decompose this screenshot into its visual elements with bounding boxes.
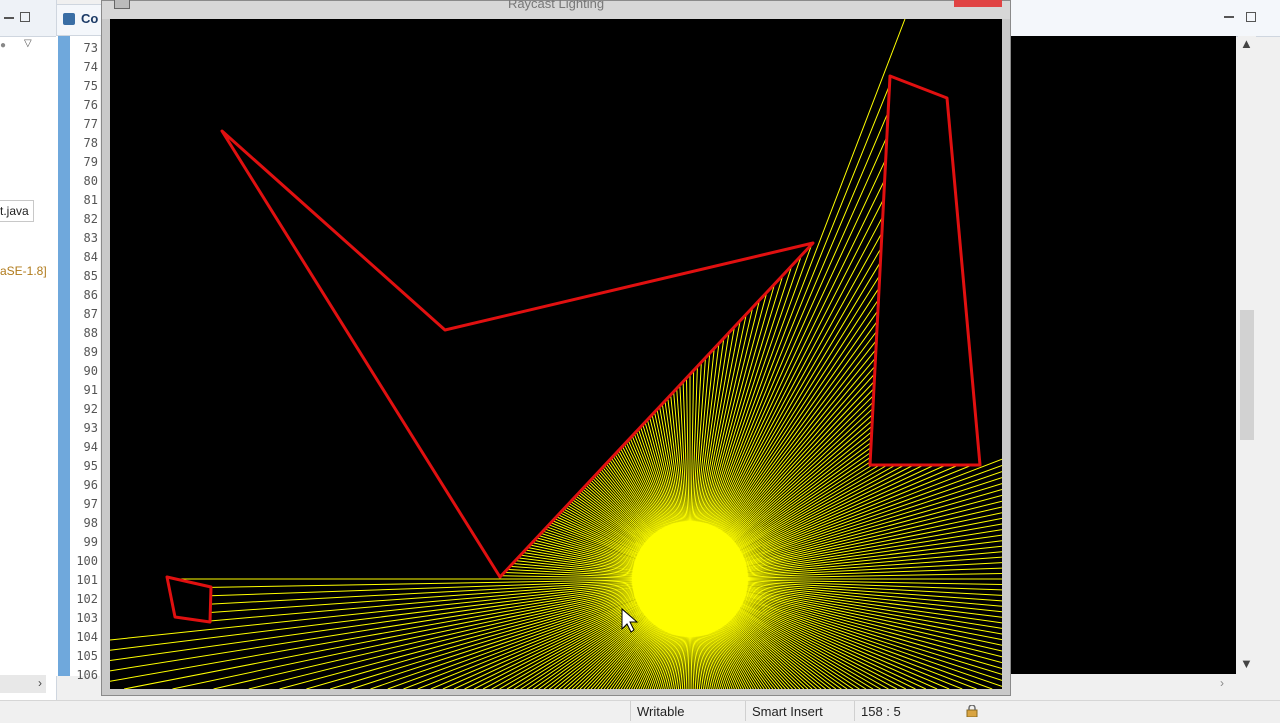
line-number: 85 — [83, 269, 98, 283]
line-number: 76 — [83, 98, 98, 112]
minimize-icon[interactable] — [4, 17, 14, 19]
scroll-right-arrow-icon[interactable]: › — [1220, 676, 1224, 690]
light-source — [632, 521, 748, 637]
line-number: 84 — [83, 250, 98, 264]
lighting-canvas[interactable] — [110, 19, 1002, 689]
line-number: 83 — [83, 231, 98, 245]
tab-console-label: Co — [81, 11, 99, 26]
line-number: 102 — [76, 592, 98, 606]
line-number: 87 — [83, 307, 98, 321]
line-number: 106 — [76, 668, 98, 682]
light-glow — [632, 521, 748, 637]
maximize-icon[interactable] — [1246, 12, 1256, 22]
tab-console[interactable]: Co — [56, 4, 106, 36]
line-number: 90 — [83, 364, 98, 378]
status-cursor-position: 158 : 5 — [854, 701, 961, 721]
line-number: 89 — [83, 345, 98, 359]
lock-icon[interactable] — [965, 705, 979, 717]
line-number: 78 — [83, 136, 98, 150]
scroll-up-arrow-icon[interactable]: ▲ — [1240, 36, 1253, 51]
line-number: 100 — [76, 554, 98, 568]
line-number: 77 — [83, 117, 98, 131]
line-number: 99 — [83, 535, 98, 549]
window-titlebar[interactable]: Raycast Lighting — [102, 0, 1010, 19]
line-number: 103 — [76, 611, 98, 625]
package-explorer — [0, 0, 57, 700]
light-ray — [689, 84, 890, 580]
line-number: 88 — [83, 326, 98, 340]
java-file-item[interactable]: t.java — [0, 200, 34, 222]
line-number: 101 — [76, 573, 98, 587]
line-number: 95 — [83, 459, 98, 473]
raycast-scene[interactable] — [110, 19, 1002, 689]
line-number: 81 — [83, 193, 98, 207]
minimize-icon[interactable] — [1224, 16, 1234, 18]
line-number: 86 — [83, 288, 98, 302]
scroll-down-arrow-icon[interactable]: ▼ — [1240, 656, 1253, 671]
maximize-icon[interactable] — [20, 12, 30, 22]
jre-library-item[interactable]: aSE-1.8] — [0, 262, 47, 280]
vertical-scrollbar-thumb[interactable] — [1240, 310, 1254, 440]
bullet-icon: ● — [0, 40, 7, 51]
view-menu-chevron-icon[interactable]: ▽ — [24, 38, 32, 49]
line-number: 75 — [83, 79, 98, 93]
status-writable: Writable — [630, 701, 745, 721]
wall-polygon — [868, 74, 982, 467]
line-number: 82 — [83, 212, 98, 226]
line-number: 92 — [83, 402, 98, 416]
status-insert-mode: Smart Insert — [745, 701, 852, 721]
left-horizontal-scrollbar[interactable]: › — [0, 675, 46, 693]
line-number: 94 — [83, 440, 98, 454]
package-explorer-tabbar — [0, 0, 56, 37]
line-number: 105 — [76, 649, 98, 663]
line-number: 98 — [83, 516, 98, 530]
console-output[interactable] — [1010, 36, 1236, 674]
status-bar: Writable Smart Insert 158 : 5 — [0, 700, 1280, 721]
scroll-right-arrow-icon[interactable]: › — [38, 676, 42, 690]
line-number: 93 — [83, 421, 98, 435]
line-number: 104 — [76, 630, 98, 644]
editor-ruler — [58, 36, 70, 676]
line-number: 74 — [83, 60, 98, 74]
line-number: 79 — [83, 155, 98, 169]
line-number: 73 — [83, 41, 98, 55]
console-horizontal-scrollbar[interactable] — [1010, 676, 1236, 692]
wall-polygon — [220, 129, 815, 579]
line-number-column: 73 74 75 76 77 78 79 80 81 82 83 84 85 86 87 88 89 90 91 92… — [70, 36, 100, 682]
console-view-header — [1010, 0, 1280, 37]
line-number: 96 — [83, 478, 98, 492]
console-icon — [63, 13, 75, 25]
line-number: 80 — [83, 174, 98, 188]
light-rays — [110, 19, 1002, 689]
raycast-window[interactable]: Raycast Lighting — [101, 0, 1011, 696]
light-ray — [172, 578, 691, 689]
close-button[interactable] — [954, 0, 1002, 7]
light-ray — [689, 112, 889, 580]
line-number: 97 — [83, 497, 98, 511]
wall-polygon — [165, 575, 213, 624]
line-number: 91 — [83, 383, 98, 397]
window-title: Raycast Lighting — [507, 0, 605, 11]
